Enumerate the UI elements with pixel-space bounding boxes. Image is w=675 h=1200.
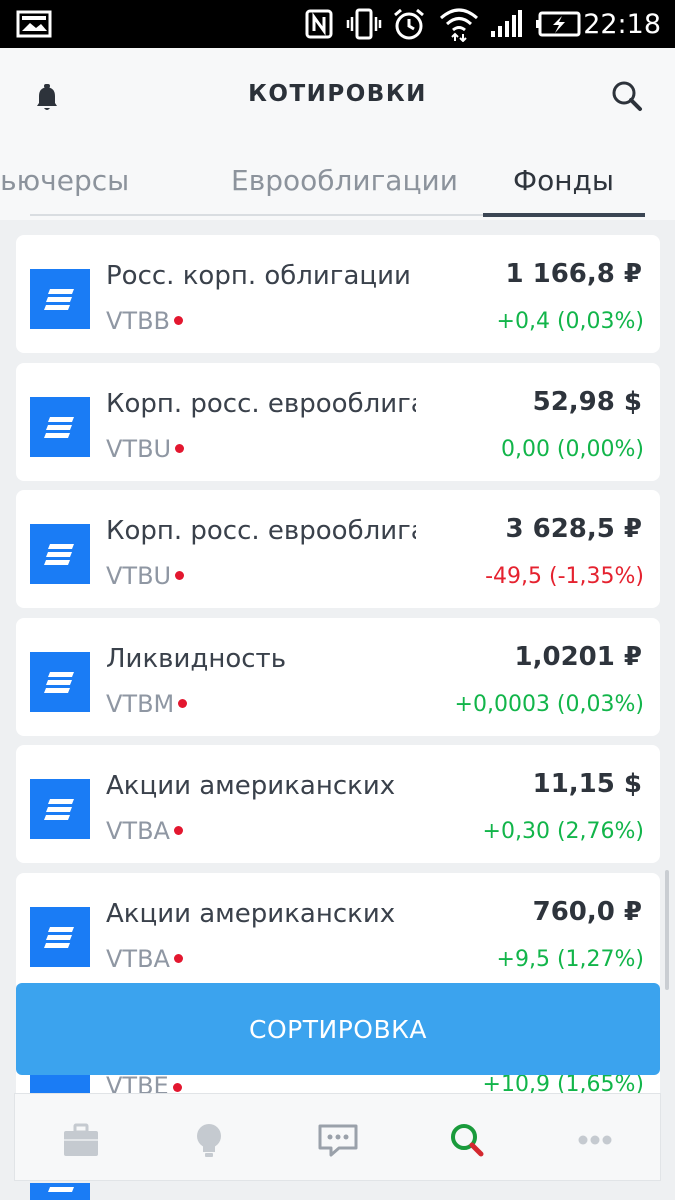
fund-card[interactable]: Акции американских VTBA 760,0 ₽ +9,5 (1,…: [16, 873, 660, 991]
fund-price: 52,98 $: [532, 387, 642, 417]
briefcase-icon[interactable]: [61, 1120, 101, 1160]
search-icon[interactable]: [447, 1120, 487, 1160]
fund-name: Акции американских: [106, 899, 396, 929]
fund-ticker: VTBM: [106, 690, 188, 718]
fund-logo-icon: [30, 524, 90, 584]
fund-card[interactable]: Корп. росс. еврооблигации VTBU 52,98 $ 0…: [16, 363, 660, 481]
fund-price: 1,0201 ₽: [514, 642, 642, 672]
battery-charging-icon: [534, 0, 582, 48]
status-dot-icon: [175, 570, 185, 580]
status-bar: 22:18: [0, 0, 675, 48]
fund-change: +0,0003 (0,03%): [454, 692, 644, 717]
fund-logo-icon: [30, 907, 90, 967]
fund-price: 11,15 $: [532, 769, 642, 799]
fund-card[interactable]: Акции американских VTBA 11,15 $ +0,30 (2…: [16, 745, 660, 863]
fund-logo-icon: [30, 397, 90, 457]
clock: 22:18: [583, 8, 661, 40]
status-dot-icon: [173, 825, 183, 835]
status-dot-icon: [178, 698, 188, 708]
tab-funds[interactable]: Фонды: [513, 164, 614, 197]
app-header: КОТИРОВКИ: [0, 48, 675, 146]
wifi-icon: [437, 0, 481, 48]
page-title: КОТИРОВКИ: [248, 81, 427, 107]
cell-signal-icon: [488, 0, 524, 48]
sort-button[interactable]: СОРТИРОВКА: [16, 983, 660, 1075]
fund-ticker: VTBA: [106, 945, 183, 973]
lightbulb-icon[interactable]: [189, 1120, 229, 1160]
tab-futures[interactable]: Фьючерсы: [0, 164, 129, 197]
scrollbar[interactable]: [665, 870, 669, 990]
vibrate-icon: [344, 0, 384, 48]
category-tabs: Фьючерсы Еврооблигации Фонды: [0, 146, 675, 220]
status-dot-icon: [172, 1082, 182, 1092]
status-dot-icon: [174, 315, 184, 325]
fund-card[interactable]: Корп. росс. еврооблигации VTBU 3 628,5 ₽…: [16, 490, 660, 608]
fund-name: Акции американских: [106, 771, 396, 801]
tab-active-indicator: [483, 213, 645, 217]
fund-logo-icon: [30, 1183, 90, 1200]
status-dot-icon: [175, 443, 185, 453]
nfc-icon: [302, 0, 336, 48]
fund-ticker: VTBA: [106, 817, 183, 845]
fund-price: 3 628,5 ₽: [505, 514, 642, 544]
chat-icon[interactable]: [317, 1120, 358, 1160]
fund-change: 0,00 (0,00%): [500, 437, 644, 462]
fund-name: Корп. росс. еврооблигации: [106, 516, 416, 546]
gallery-icon: [14, 0, 54, 48]
more-icon[interactable]: [575, 1120, 615, 1160]
fund-change: -49,5 (-1,35%): [485, 564, 644, 589]
alarm-icon: [390, 0, 428, 48]
status-dot-icon: [173, 953, 183, 963]
tab-eurobonds[interactable]: Еврооблигации: [231, 164, 458, 197]
fund-logo-icon: [30, 269, 90, 329]
fund-change: +0,4 (0,03%): [496, 309, 644, 334]
fund-name: Росс. корп. облигации: [106, 261, 411, 291]
fund-price: 1 166,8 ₽: [505, 259, 642, 289]
search-icon[interactable]: [609, 78, 645, 114]
fund-card[interactable]: Росс. корп. облигации VTBB 1 166,8 ₽ +0,…: [16, 235, 660, 353]
fund-ticker: VTBU: [106, 435, 185, 463]
fund-price: 760,0 ₽: [532, 897, 642, 927]
fund-change: +0,30 (2,76%): [482, 819, 644, 844]
fund-ticker: VTBU: [106, 562, 185, 590]
fund-logo-icon: [30, 779, 90, 839]
fund-name: Ликвидность: [106, 644, 287, 674]
bottom-navigation: [14, 1093, 661, 1181]
fund-logo-icon: [30, 652, 90, 712]
fund-ticker: VTBB: [106, 307, 184, 335]
fund-card[interactable]: Ликвидность VTBM 1,0201 ₽ +0,0003 (0,03%…: [16, 618, 660, 736]
fund-name: Корп. росс. еврооблигации: [106, 389, 416, 419]
fund-change: +9,5 (1,27%): [496, 947, 644, 972]
